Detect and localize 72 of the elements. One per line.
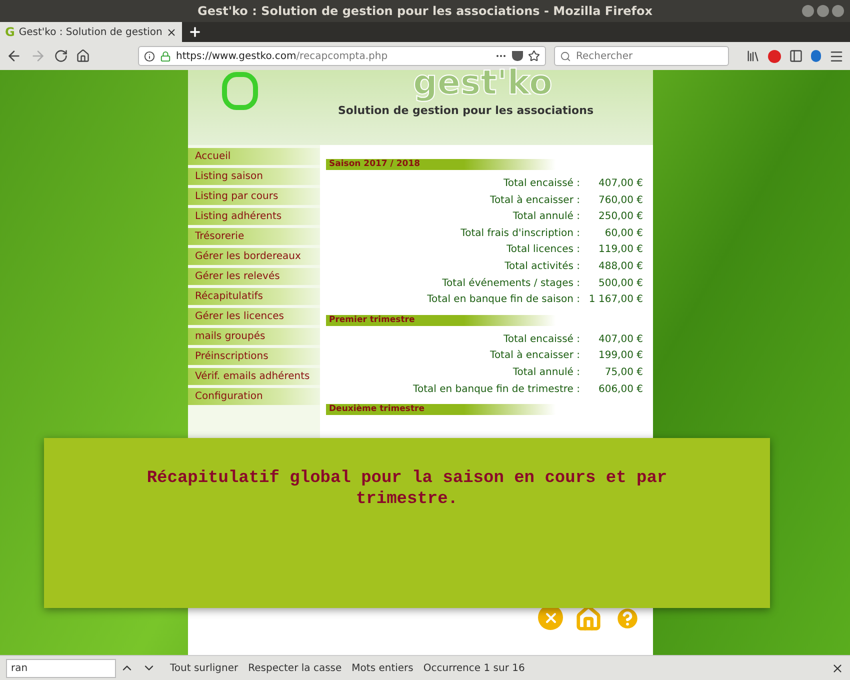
menu-link[interactable]: Configuration xyxy=(188,388,320,408)
new-tab-icon[interactable] xyxy=(188,25,202,39)
menu-link[interactable]: Listing saison xyxy=(188,168,320,188)
total-label: Total activités : xyxy=(504,260,580,274)
total-label: Total encaissé : xyxy=(503,332,580,347)
total-value: 60,00 € xyxy=(604,226,643,241)
minimize-icon[interactable] xyxy=(802,5,814,17)
total-value: 606,00 € xyxy=(597,382,643,397)
total-label: Total licences : xyxy=(506,243,580,258)
total-value: 75,00 € xyxy=(604,366,643,380)
total-value: 119,00 € xyxy=(597,243,643,258)
info-icon xyxy=(144,50,155,62)
address-bar[interactable]: https://www.gestko.com/recapcompta.php xyxy=(138,46,546,66)
url-text: https://www.gestko.com/recapcompta.php xyxy=(176,50,389,64)
total-value: 1 167,00 € xyxy=(588,293,643,308)
tab-title: Gest'ko : Solution de gestion xyxy=(18,26,162,40)
lock-icon xyxy=(160,50,171,62)
find-field[interactable]: ran xyxy=(6,658,116,678)
tagline: Solution de gestion pour les associations xyxy=(338,103,594,119)
menu-link[interactable]: Trésorerie xyxy=(188,228,320,248)
menu-link[interactable]: Gérer les licences xyxy=(188,308,320,328)
find-status: Occurrence 1 sur 16 xyxy=(423,662,525,676)
menu-link[interactable]: Récapitulatifs xyxy=(188,288,320,308)
menu-link[interactable]: Listing adhérents xyxy=(188,208,320,228)
total-label: Total à encaisser : xyxy=(490,349,580,364)
section-header: Premier trimestre xyxy=(326,314,556,326)
menu-link[interactable]: Accueil xyxy=(188,148,320,168)
reload-icon[interactable] xyxy=(54,49,68,63)
total-value: 407,00 € xyxy=(597,332,643,347)
logo-text: gest'ko xyxy=(413,64,552,102)
total-label: Total en banque fin de trimestre : xyxy=(413,382,580,397)
menu-link[interactable]: Vérif. emails adhérents xyxy=(188,368,320,388)
menu-link[interactable]: mails groupés xyxy=(188,328,320,348)
home-icon[interactable] xyxy=(76,49,90,63)
sidebar-icon[interactable] xyxy=(789,49,803,63)
overlay-message: Récapitulatif global pour la saison en cours et par trimestre. xyxy=(146,468,668,511)
browser-tab[interactable]: G Gest'ko : Solution de gestion xyxy=(0,22,182,42)
menu-link[interactable]: Gérer les relevés xyxy=(188,268,320,288)
search-placeholder: Rechercher xyxy=(576,50,633,64)
total-value: 760,00 € xyxy=(597,194,643,208)
total-value: 199,00 € xyxy=(597,349,643,364)
window-title: Gest'ko : Solution de gestion pour les associations - Mozilla Firefox xyxy=(197,3,652,20)
total-label: Total événements / stages : xyxy=(442,276,580,291)
total-label: Total encaissé : xyxy=(503,177,580,191)
back-icon[interactable] xyxy=(6,48,22,64)
total-label: Total annulé : xyxy=(512,366,580,380)
find-option[interactable]: Mots entiers xyxy=(352,660,414,676)
star-icon[interactable] xyxy=(528,50,540,62)
section-header: Deuxième trimestre xyxy=(326,404,556,416)
total-value: 250,00 € xyxy=(597,210,643,224)
menu-icon[interactable] xyxy=(829,48,844,64)
search-field[interactable]: Rechercher xyxy=(554,46,729,66)
menu-link[interactable]: Gérer les bordereaux xyxy=(188,248,320,268)
total-label: Total frais d'inscription : xyxy=(460,226,580,241)
search-icon xyxy=(560,50,571,62)
find-option[interactable]: Respecter la casse xyxy=(248,660,342,676)
total-value: 488,00 € xyxy=(597,260,643,274)
total-label: Total à encaisser : xyxy=(490,194,580,208)
library-icon[interactable] xyxy=(746,49,760,63)
total-label: Total annulé : xyxy=(512,210,580,224)
total-label: Total en banque fin de saison : xyxy=(427,293,580,308)
total-value: 500,00 € xyxy=(597,276,643,291)
close-icon[interactable] xyxy=(831,662,844,674)
find-option[interactable]: Tout surligner xyxy=(170,660,238,676)
menu-link[interactable]: Listing par cours xyxy=(188,188,320,208)
menu-link[interactable]: Préinscriptions xyxy=(188,348,320,368)
maximize-icon[interactable] xyxy=(817,5,829,17)
close-icon[interactable] xyxy=(166,26,178,38)
section-header: Saison 2017 / 2018 xyxy=(326,159,556,170)
total-value: 407,00 € xyxy=(597,177,643,191)
drop-icon[interactable] xyxy=(811,50,821,62)
favicon: G xyxy=(5,24,15,41)
